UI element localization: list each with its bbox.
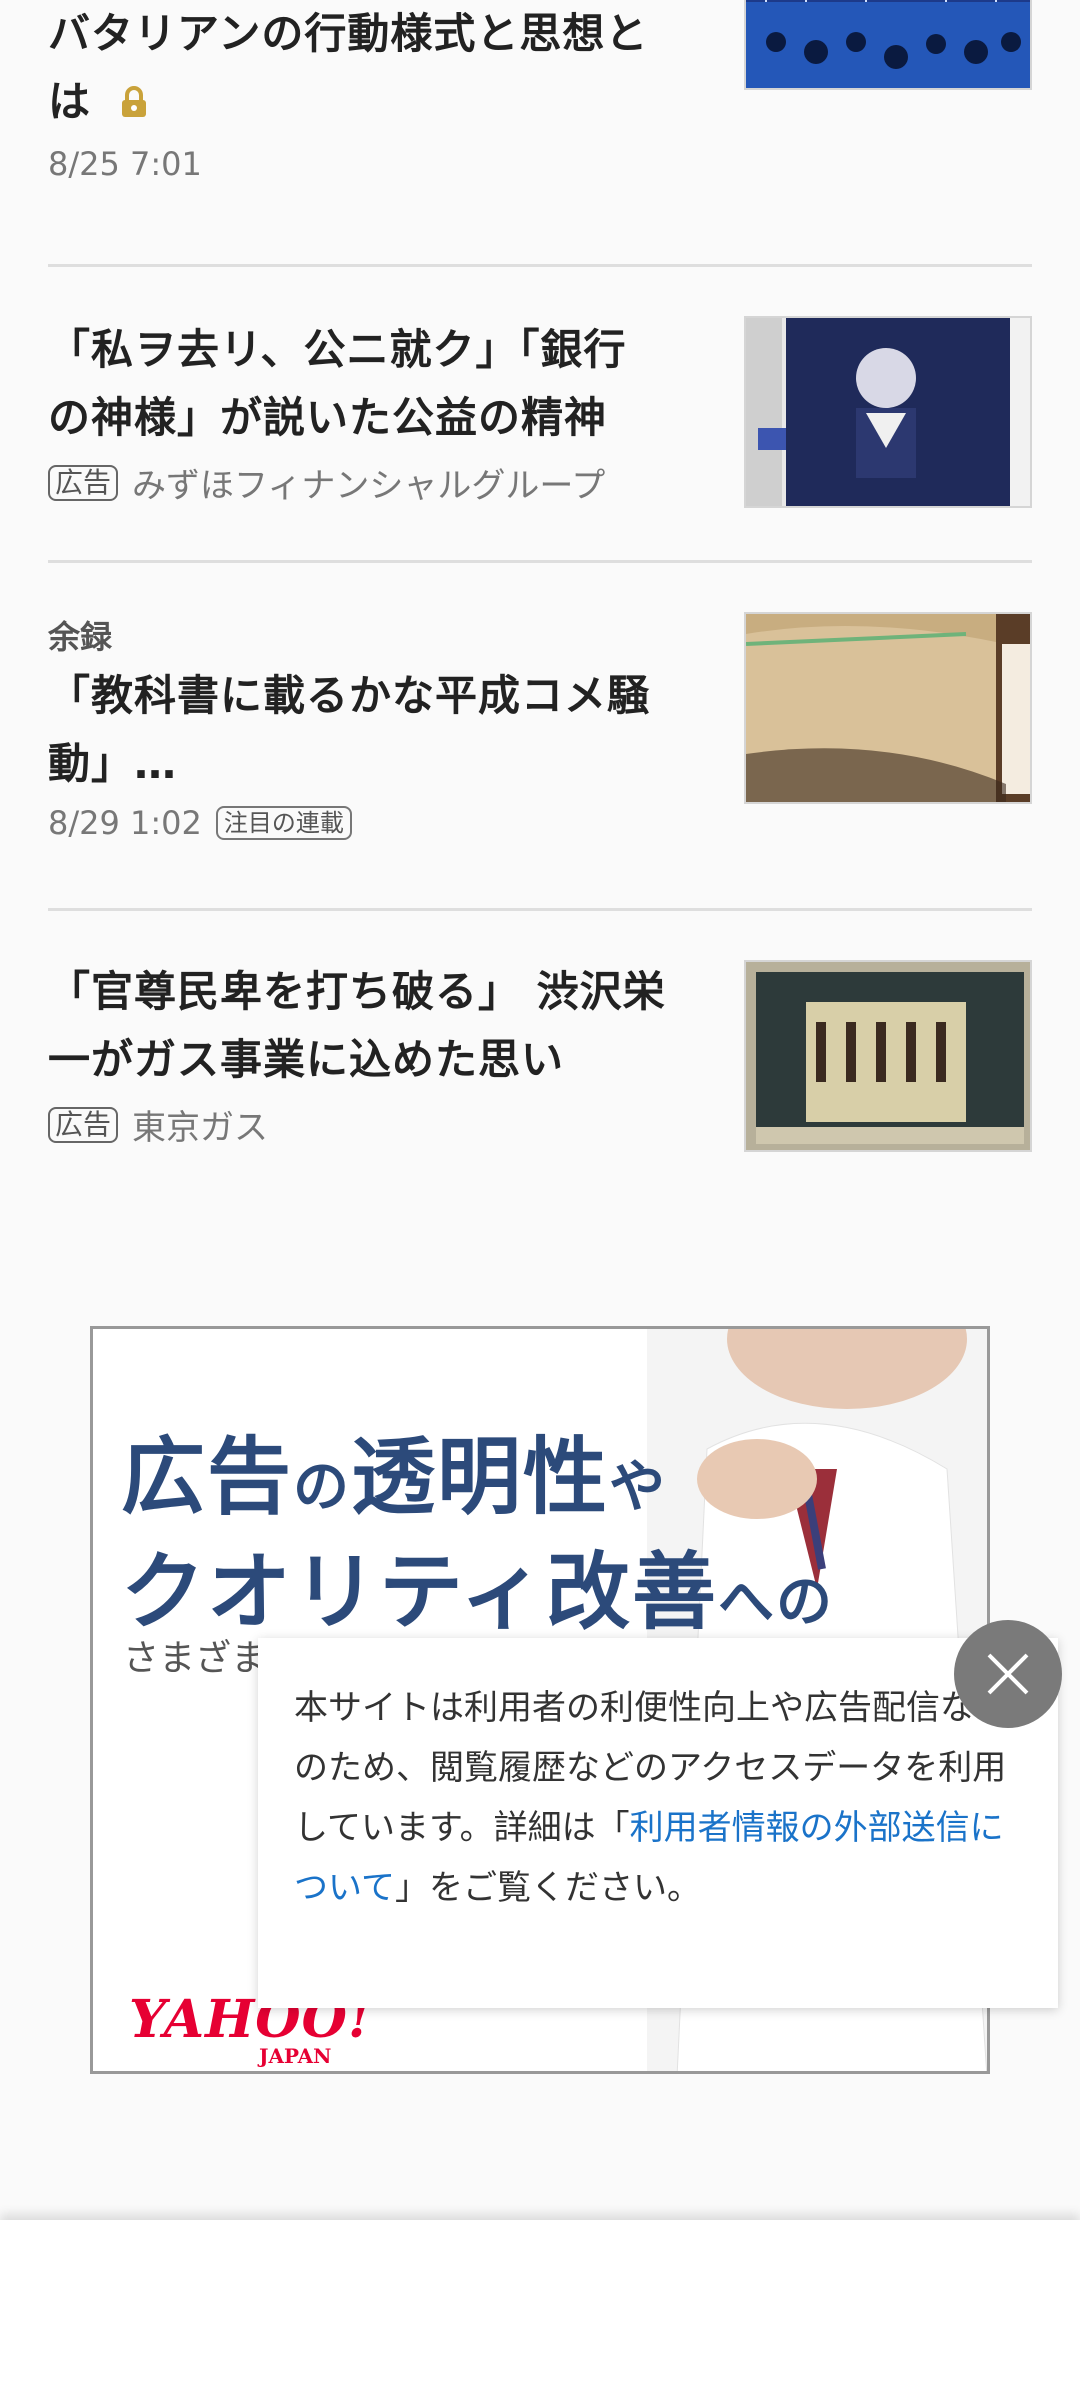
article-title[interactable]: 「官尊民卑を打ち破る」 渋沢栄 一がガス事業に込めた思い: [48, 958, 708, 1094]
article-title[interactable]: 「私ヲ去リ、公ニ就ク」「銀行 の神様」が説いた公益の精神: [48, 316, 708, 452]
sponsor-name: みずほフィナンシャルグループ: [132, 466, 606, 506]
divider: [48, 264, 1032, 267]
lock-icon: [117, 71, 151, 139]
ad-badge: 広告: [48, 464, 119, 501]
article-title-line: 「教科書に載るかな平成コメ騒: [48, 671, 651, 720]
article-title-line: 一がガス事業に込めた思い: [48, 1035, 565, 1084]
banner-headline: 広告の透明性や クオリティ改善への: [121, 1428, 834, 1641]
article-thumbnail[interactable]: [744, 316, 1032, 508]
article-title-line: の神様」が説いた公益の精神: [48, 393, 608, 442]
section-label: 余録: [48, 618, 113, 656]
article-item[interactable]: 「官尊民卑を打ち破る」 渋沢栄 一がガス事業に込めた思い 広告 東京ガス: [48, 958, 1032, 1158]
data-usage-notice: 本サイトは利用者の利便性向上や広告配信などのため、閲覧履歴などのアクセスデータを…: [258, 1638, 1058, 2008]
article-date: 8/25 7:01: [48, 144, 202, 183]
page: 「金融ドリンク」に衝撃…ハ バタリアンの行動様式と思想と は 8/25 7:01: [0, 0, 1080, 2400]
article-title-line: 動」…: [48, 739, 178, 788]
close-button[interactable]: [954, 1620, 1062, 1728]
article-title-line: は: [48, 77, 92, 126]
article-item[interactable]: 「私ヲ去リ、公ニ就ク」「銀行 の神様」が説いた公益の精神 広告 みずほフィナンシ…: [48, 316, 1032, 512]
article-thumbnail[interactable]: [744, 960, 1032, 1152]
article-thumbnail[interactable]: [744, 0, 1032, 90]
article-title-line: バタリアンの行動様式と思想と: [48, 9, 649, 58]
notice-text-end: 」をご覧ください。: [394, 1868, 701, 1908]
bottom-ad-bar: [0, 2220, 1080, 2400]
article-date: 8/29 1:02: [48, 804, 202, 842]
article-title-line: 「官尊民卑を打ち破る」 渋沢栄: [48, 967, 666, 1016]
sponsor-name: 東京ガス: [132, 1108, 269, 1148]
divider: [48, 560, 1032, 563]
article-thumbnail[interactable]: [744, 612, 1032, 804]
article-title[interactable]: 「教科書に載るかな平成コメ騒 動」…: [48, 662, 708, 798]
close-icon: [987, 1653, 1029, 1695]
divider: [48, 908, 1032, 911]
article-title[interactable]: 「金融ドリンク」に衝撃…ハ バタリアンの行動様式と思想と は: [48, 0, 708, 139]
article-title-line: 「私ヲ去リ、公ニ就ク」「銀行: [48, 325, 627, 374]
series-badge: 注目の連載: [215, 806, 352, 840]
ad-badge: 広告: [48, 1106, 119, 1143]
article-item[interactable]: 余録 「教科書に載るかな平成コメ騒 動」… 8/29 1:02 注目の連載: [48, 612, 1032, 852]
article-item[interactable]: 「金融ドリンク」に衝撃…ハ バタリアンの行動様式と思想と は 8/25 7:01: [48, 0, 1032, 220]
